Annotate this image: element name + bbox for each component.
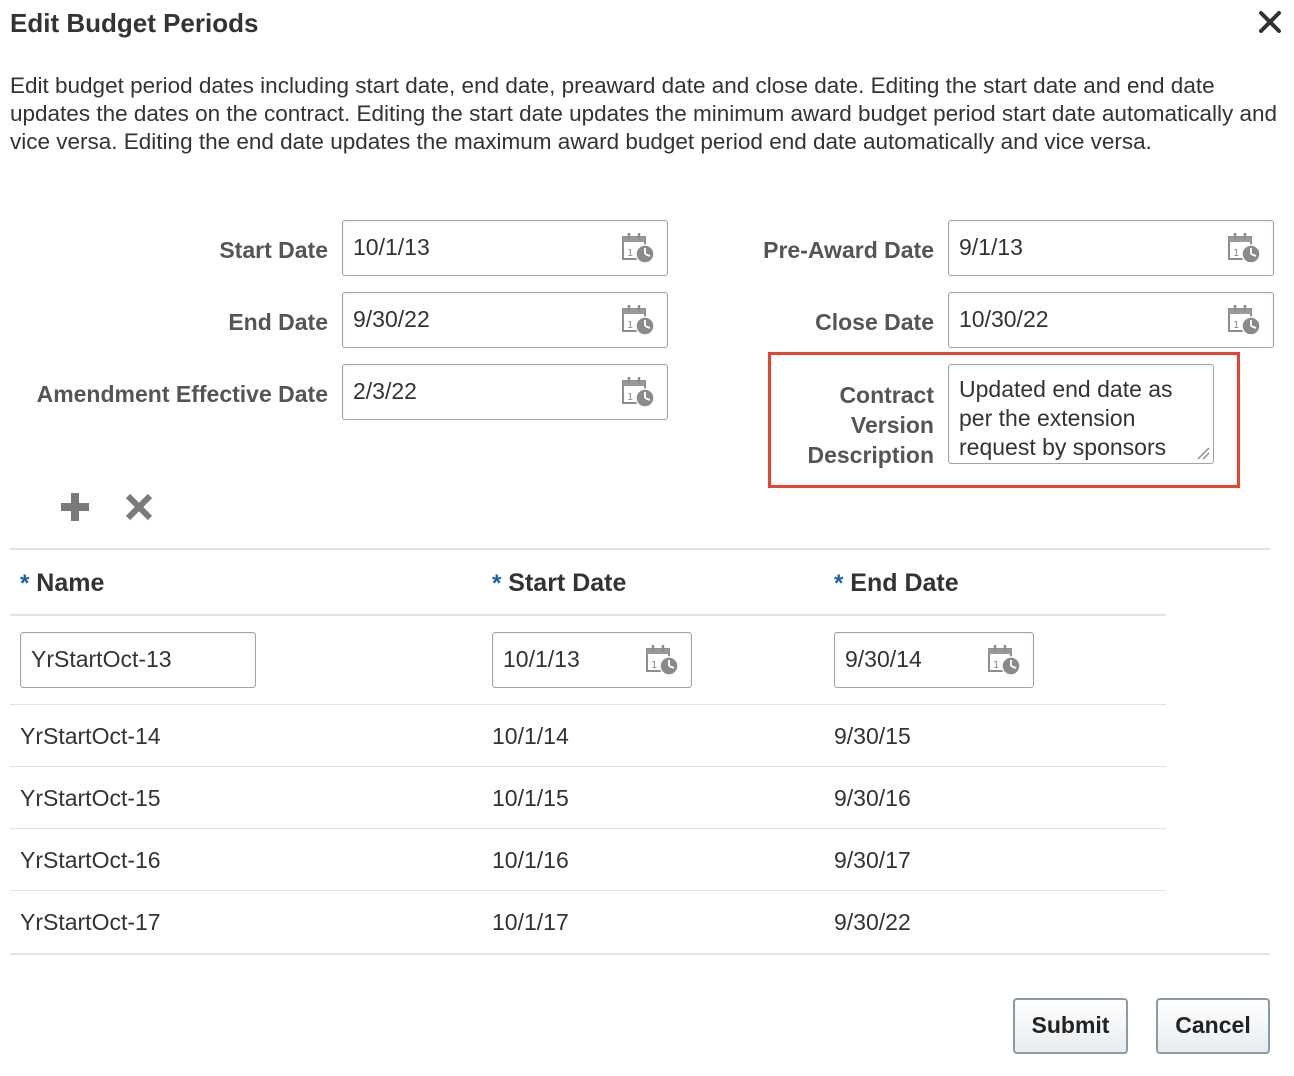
dialog-title: Edit Budget Periods bbox=[10, 8, 259, 38]
highlight-box bbox=[768, 352, 1240, 488]
submit-button[interactable]: Submit bbox=[1013, 998, 1128, 1054]
column-header-start-date[interactable]: * Start Date bbox=[492, 568, 626, 599]
cell-name: YrStartOct-15 bbox=[20, 785, 161, 811]
required-marker: * bbox=[492, 570, 502, 597]
name-input[interactable]: YrStartOct-13 bbox=[20, 632, 256, 688]
table-row[interactable]: YrStartOct-15 10/1/15 9/30/16 bbox=[10, 768, 1166, 828]
cell-name: YrStartOct-16 bbox=[20, 847, 161, 873]
pre-award-date-value: 9/1/13 bbox=[959, 234, 1023, 260]
cell-end-date: 9/30/17 bbox=[834, 847, 911, 873]
close-date-field[interactable]: 10/30/22 bbox=[948, 292, 1274, 348]
row-divider bbox=[10, 766, 1166, 767]
add-row-icon[interactable] bbox=[58, 490, 92, 524]
close-date-label: Close Date bbox=[815, 309, 934, 335]
required-marker: * bbox=[834, 570, 844, 597]
delete-row-icon[interactable] bbox=[122, 490, 156, 524]
cell-start-date: 10/1/14 bbox=[492, 723, 569, 749]
cell-start-date: 10/1/17 bbox=[492, 909, 569, 935]
cell-end-date: 9/30/16 bbox=[834, 785, 911, 811]
cell-name: YrStartOct-17 bbox=[20, 909, 161, 935]
calendar-icon[interactable] bbox=[645, 643, 681, 677]
row-end-date-field[interactable]: 9/30/14 bbox=[834, 632, 1034, 688]
end-date-field[interactable]: 9/30/22 bbox=[342, 292, 668, 348]
table-row[interactable]: YrStartOct-14 10/1/14 9/30/15 bbox=[10, 706, 1166, 766]
required-marker: * bbox=[20, 570, 30, 597]
start-date-field[interactable]: 10/1/13 bbox=[342, 220, 668, 276]
column-header-end-date[interactable]: * End Date bbox=[834, 568, 959, 599]
cell-end-date: 9/30/15 bbox=[834, 723, 911, 749]
table-row[interactable]: YrStartOct-16 10/1/16 9/30/17 bbox=[10, 830, 1166, 890]
pre-award-date-field[interactable]: 9/1/13 bbox=[948, 220, 1274, 276]
calendar-icon[interactable] bbox=[987, 643, 1023, 677]
row-divider bbox=[10, 828, 1166, 829]
amendment-effective-date-value: 2/3/22 bbox=[353, 378, 417, 404]
start-date-value: 10/1/13 bbox=[353, 234, 430, 260]
column-header-name[interactable]: * Name bbox=[20, 568, 104, 599]
calendar-icon[interactable] bbox=[1227, 231, 1263, 265]
close-date-value: 10/30/22 bbox=[959, 306, 1049, 332]
table-top-border bbox=[10, 548, 1270, 550]
cell-name: YrStartOct-14 bbox=[20, 723, 161, 749]
cell-start-date: 10/1/15 bbox=[492, 785, 569, 811]
calendar-icon[interactable] bbox=[1227, 303, 1263, 337]
row-start-date-field[interactable]: 10/1/13 bbox=[492, 632, 692, 688]
table-row[interactable]: YrStartOct-17 10/1/17 9/30/22 bbox=[10, 892, 1166, 952]
end-date-value: 9/30/22 bbox=[353, 306, 430, 332]
calendar-icon[interactable] bbox=[621, 375, 657, 409]
dialog-description: Edit budget period dates including start… bbox=[10, 73, 1278, 154]
row-divider bbox=[10, 704, 1166, 705]
cell-end-date: 9/30/22 bbox=[834, 909, 911, 935]
start-date-label: Start Date bbox=[219, 237, 328, 263]
amendment-effective-date-label: Amendment Effective Date bbox=[36, 381, 328, 407]
row-divider bbox=[10, 890, 1166, 891]
calendar-icon[interactable] bbox=[621, 303, 657, 337]
cell-start-date: 10/1/16 bbox=[492, 847, 569, 873]
table-row[interactable]: YrStartOct-13 10/1/13 9/30/14 bbox=[10, 616, 1166, 704]
cancel-button[interactable]: Cancel bbox=[1156, 998, 1270, 1054]
close-icon[interactable] bbox=[1252, 4, 1288, 40]
table-bottom-border bbox=[10, 953, 1270, 955]
amendment-effective-date-field[interactable]: 2/3/22 bbox=[342, 364, 668, 420]
pre-award-date-label: Pre-Award Date bbox=[763, 237, 934, 263]
end-date-label: End Date bbox=[228, 309, 328, 335]
calendar-icon[interactable] bbox=[621, 231, 657, 265]
